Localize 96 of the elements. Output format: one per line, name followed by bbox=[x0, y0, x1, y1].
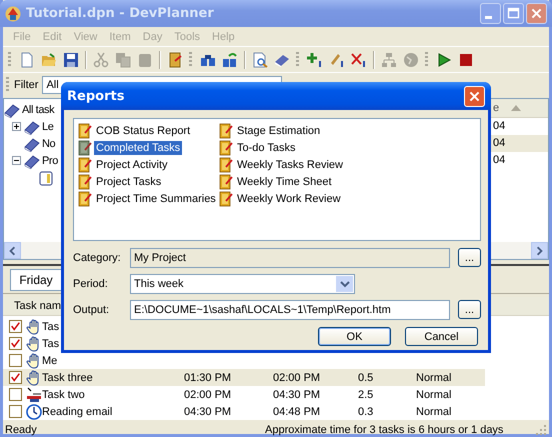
report-icon bbox=[77, 122, 93, 138]
browse-button[interactable]: ... bbox=[458, 248, 481, 267]
report-item[interactable]: Weekly Tasks Review bbox=[235, 158, 345, 172]
task-name: Task two bbox=[42, 388, 85, 400]
priority-value: Normal bbox=[416, 388, 452, 400]
open-folder-icon[interactable] bbox=[41, 52, 57, 68]
dialog-title: Reports bbox=[67, 88, 126, 104]
hours-value: 2.5 bbox=[358, 388, 374, 400]
report-icon bbox=[218, 156, 234, 172]
end-time: 04:30 PM bbox=[273, 388, 320, 400]
column-header[interactable]: e bbox=[490, 99, 548, 118]
exit-door-icon[interactable] bbox=[167, 52, 183, 68]
print-preview-icon[interactable] bbox=[252, 52, 268, 68]
hours-value: 0.5 bbox=[358, 372, 374, 384]
tools-icon bbox=[26, 386, 42, 402]
list-cell[interactable]: 04 bbox=[490, 135, 548, 152]
tree-item[interactable]: No bbox=[42, 138, 56, 150]
report-item[interactable]: Project Tasks bbox=[94, 174, 164, 188]
status-text: Ready bbox=[4, 424, 38, 436]
report-item[interactable]: Weekly Work Review bbox=[235, 192, 343, 206]
day-button[interactable]: Friday bbox=[10, 268, 62, 290]
play-icon[interactable] bbox=[436, 52, 452, 68]
status-summary: Approximate time for 3 tasks is 6 hours or 1 days bbox=[265, 424, 504, 436]
save-icon[interactable] bbox=[63, 52, 79, 68]
tree-item[interactable]: All task bbox=[22, 104, 54, 116]
book-icon bbox=[24, 118, 40, 134]
tree-item[interactable]: Pro bbox=[42, 154, 58, 166]
ok-button[interactable]: OK bbox=[318, 327, 391, 346]
end-time: 04:48 PM bbox=[273, 406, 320, 418]
task-name: Task three bbox=[42, 372, 93, 384]
report-icon bbox=[77, 190, 93, 206]
priority-value: Normal bbox=[416, 372, 452, 384]
priority-value: Normal bbox=[416, 406, 452, 418]
report-item[interactable]: COB Status Report bbox=[94, 124, 192, 138]
report-item[interactable]: Project Time Summaries bbox=[94, 192, 218, 206]
checkbox[interactable] bbox=[9, 371, 22, 384]
report-item[interactable]: Weekly Time Sheet bbox=[235, 174, 334, 188]
tree-item[interactable]: Le bbox=[42, 120, 54, 132]
new-document-icon[interactable] bbox=[19, 52, 35, 68]
expand-icon[interactable] bbox=[12, 122, 23, 131]
task-name: Tas bbox=[42, 338, 60, 350]
cancel-button[interactable]: Cancel bbox=[405, 327, 478, 346]
delete-item-icon[interactable] bbox=[351, 52, 367, 68]
report-item[interactable]: Project Activity bbox=[94, 158, 170, 172]
report-icon bbox=[218, 122, 234, 138]
collapse-icon[interactable] bbox=[12, 156, 23, 165]
start-time: 01:30 PM bbox=[184, 372, 232, 384]
report-list[interactable]: COB Status Report Completed Tasks Project Activity Project Tasks Project Time Summaries Stage Estimation To-do Tasks Weekly Tasks Review Weekly Time Sheet Weekly Work Review bbox=[73, 118, 481, 241]
hours-value: 0.3 bbox=[358, 406, 374, 418]
window-title: Tutorial.dpn - DevPlanner bbox=[26, 6, 215, 21]
checkbox[interactable] bbox=[9, 354, 22, 367]
period-dropdown[interactable]: This week bbox=[130, 274, 355, 294]
edit-item-icon[interactable] bbox=[329, 52, 345, 68]
field-label: Category: bbox=[73, 252, 122, 264]
list-cell[interactable]: 04 bbox=[490, 118, 548, 135]
report-icon bbox=[77, 140, 93, 156]
field-label: Period: bbox=[73, 278, 109, 290]
book-icon bbox=[24, 136, 40, 152]
task-name: Me bbox=[42, 354, 58, 366]
end-time: 02:00 PM bbox=[273, 372, 320, 384]
column-header[interactable]: Task nam bbox=[14, 300, 62, 312]
report-icon bbox=[218, 174, 234, 190]
output-field[interactable]: E:\DOCUME~1\sashaf\LOCALS~1\Temp\Report.htm bbox=[130, 300, 450, 320]
scroll-left-button[interactable] bbox=[4, 242, 21, 259]
app-icon bbox=[5, 6, 21, 22]
sort-arrow-icon bbox=[511, 105, 522, 111]
checkbox[interactable] bbox=[9, 405, 22, 418]
field-label: Output: bbox=[73, 304, 110, 316]
category-field[interactable]: My Project bbox=[130, 248, 450, 268]
start-time: 04:30 PM bbox=[184, 406, 232, 418]
notebook-icon bbox=[38, 170, 54, 186]
report-item[interactable]: To-do Tasks bbox=[235, 140, 298, 154]
browse-button[interactable]: ... bbox=[458, 300, 481, 319]
stop-icon[interactable] bbox=[458, 52, 474, 68]
list-cell[interactable]: 04 bbox=[490, 152, 548, 169]
task-name: Tas bbox=[42, 320, 60, 332]
checkbox[interactable] bbox=[9, 337, 22, 350]
report-item[interactable]: Completed Tasks bbox=[94, 140, 182, 154]
start-time: 02:00 PM bbox=[184, 388, 232, 400]
add-item-icon[interactable] bbox=[307, 52, 323, 68]
resize-grip-icon bbox=[535, 424, 547, 436]
report-icon bbox=[77, 156, 93, 172]
maximize-button[interactable] bbox=[503, 3, 524, 24]
report-item[interactable]: Stage Estimation bbox=[235, 124, 322, 138]
minimize-icon bbox=[485, 16, 492, 19]
filter-label: Filter bbox=[14, 79, 38, 91]
task-name: Reading email bbox=[42, 406, 112, 418]
checkbox[interactable] bbox=[9, 388, 22, 401]
report-icon bbox=[77, 174, 93, 190]
report-icon bbox=[218, 140, 234, 156]
scroll-right-button[interactable] bbox=[531, 242, 548, 259]
minimize-button[interactable] bbox=[480, 3, 501, 24]
book-icon bbox=[24, 152, 40, 168]
close-button[interactable] bbox=[526, 3, 547, 24]
checkbox[interactable] bbox=[9, 320, 22, 333]
report-icon bbox=[218, 190, 234, 206]
